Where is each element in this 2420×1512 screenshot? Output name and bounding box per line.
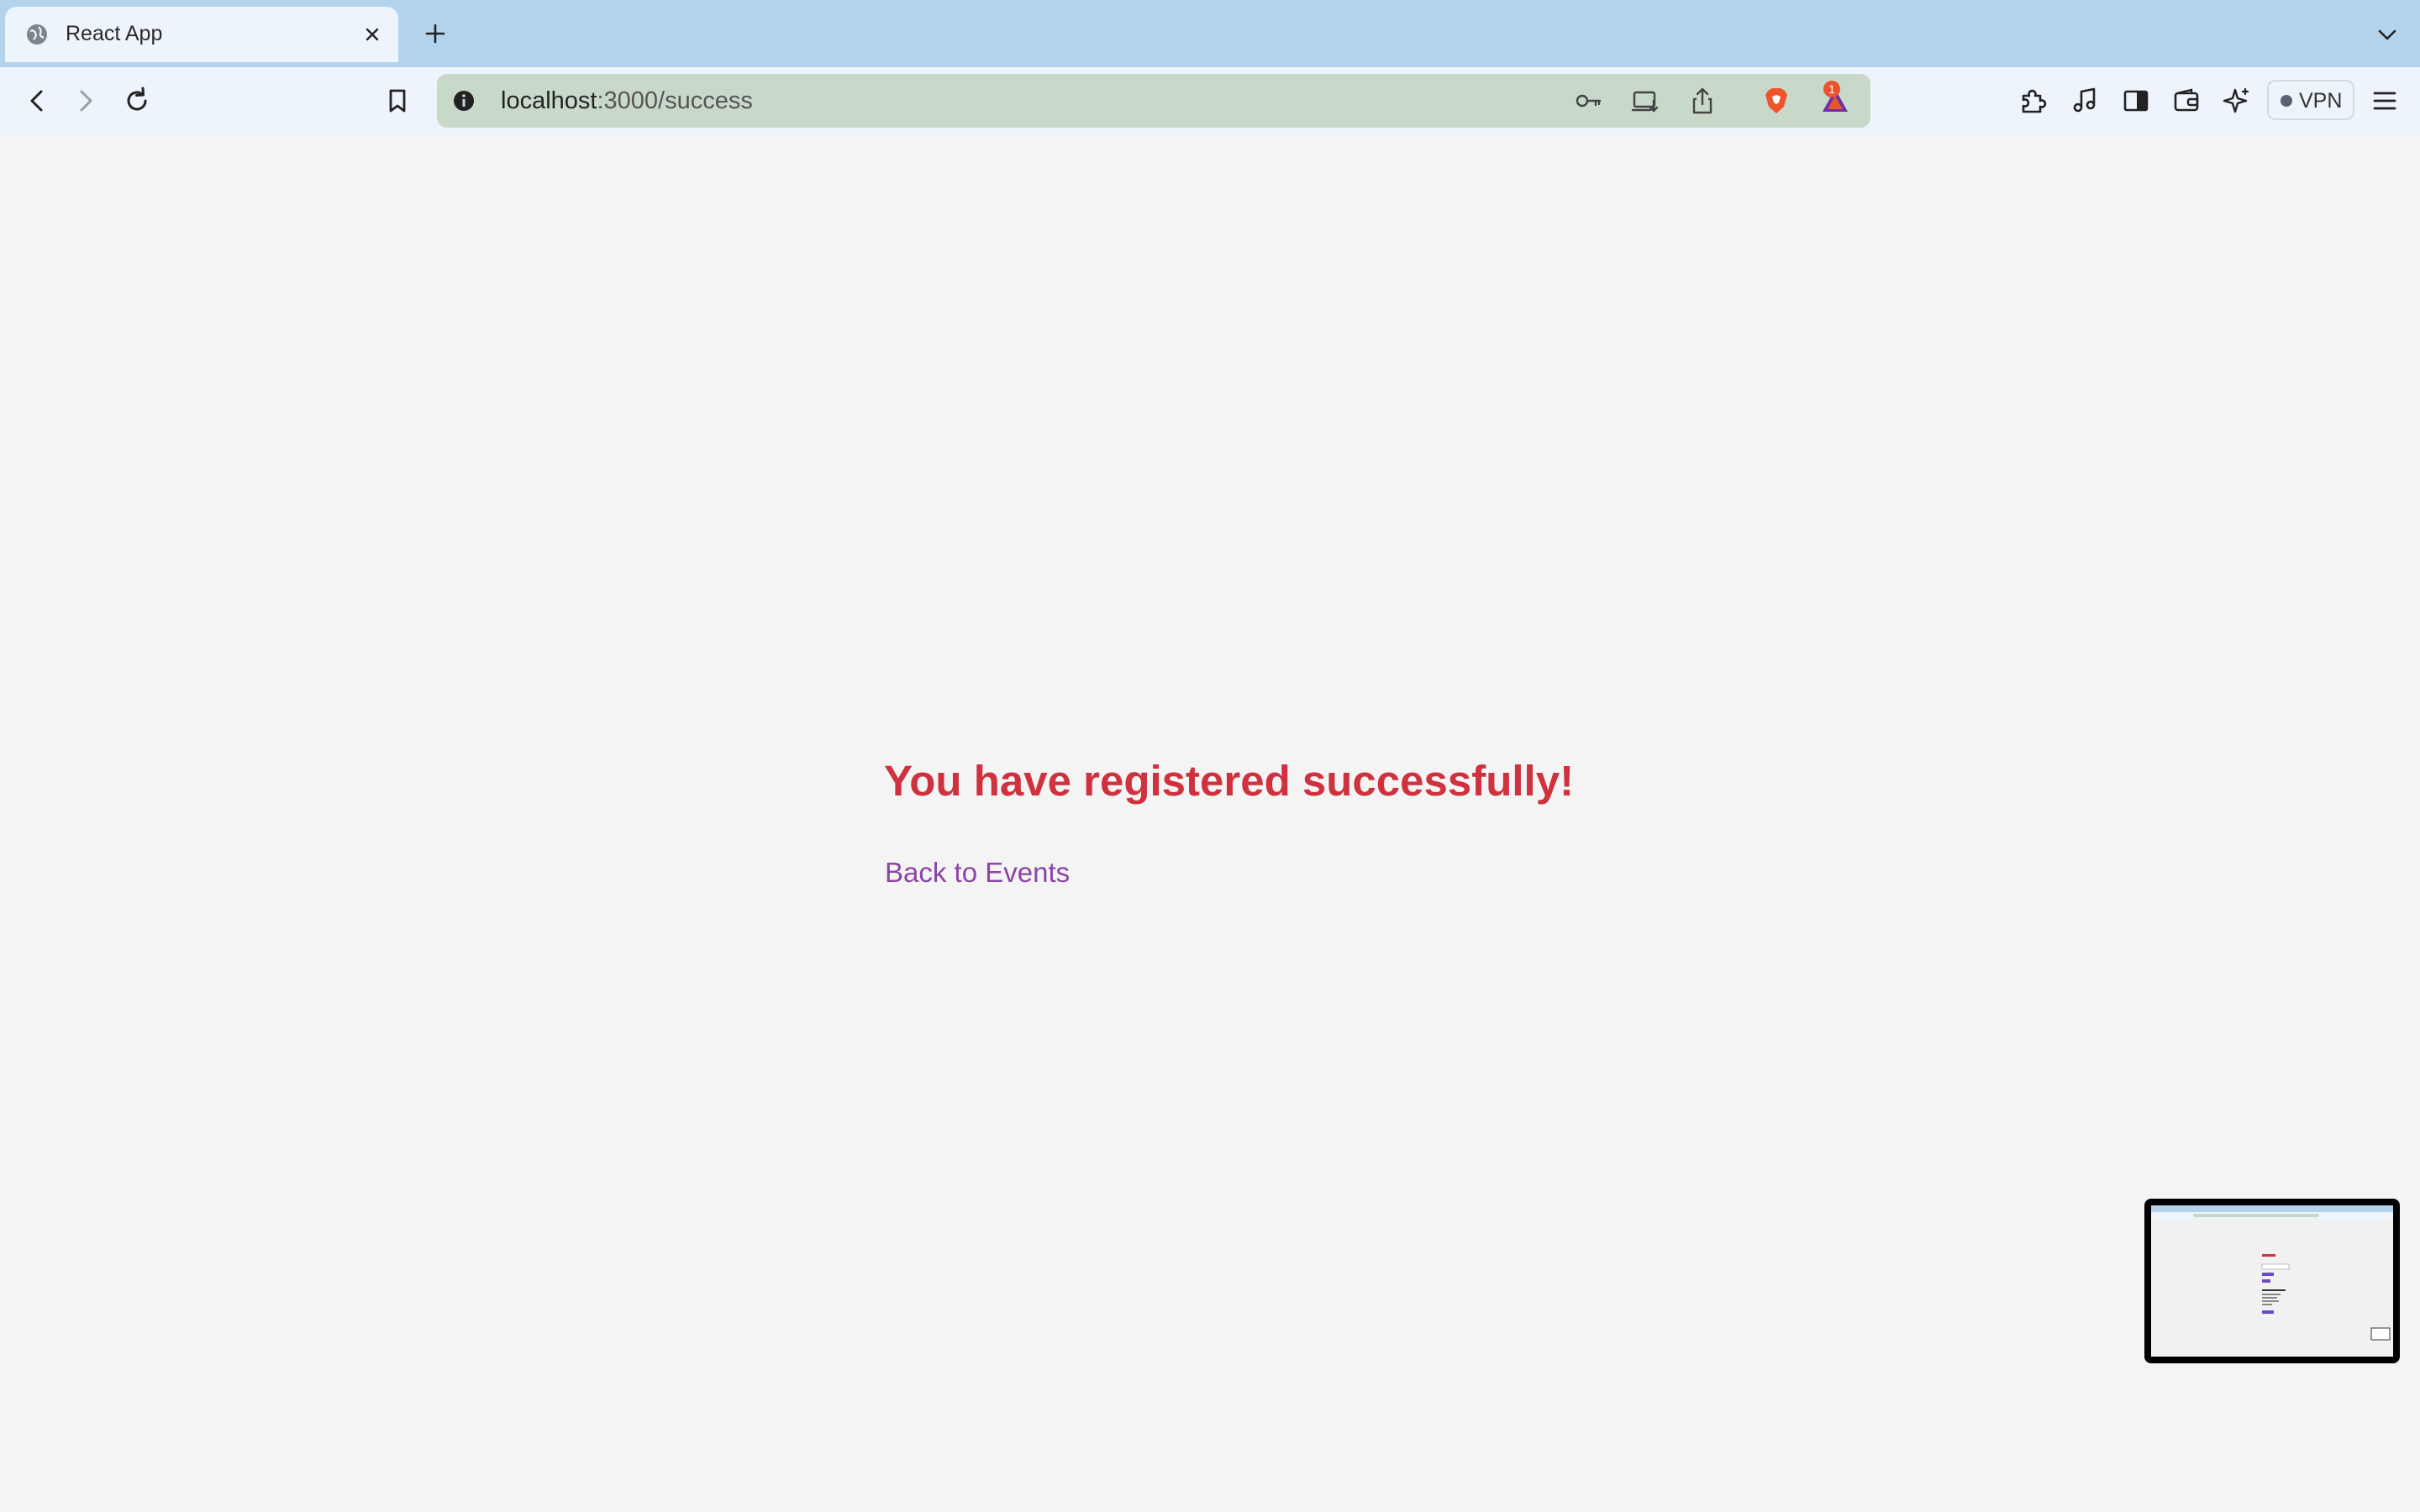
vpn-label: VPN	[2299, 89, 2343, 113]
tab-title: React App	[66, 22, 163, 45]
sidebar-toggle-icon[interactable]	[2119, 84, 2153, 118]
vpn-status-icon	[2281, 95, 2292, 107]
address-bar[interactable]: localhost:3000/success	[437, 74, 1870, 128]
tab-react-app[interactable]: React App	[5, 7, 398, 62]
bookmark-icon[interactable]	[381, 84, 414, 118]
window-preview-thumbnail[interactable]	[2144, 1199, 2400, 1363]
url-host: localhost	[501, 87, 597, 114]
forward-arrow-icon[interactable]	[69, 84, 103, 118]
menu-hamburger-icon[interactable]	[2368, 84, 2402, 118]
brave-shields-icon[interactable]	[1761, 86, 1791, 116]
url-path: :3000/success	[597, 87, 753, 114]
tab-list-chevron-icon[interactable]	[2375, 22, 2400, 47]
preview-screen	[2151, 1205, 2393, 1357]
globe-icon	[25, 23, 49, 46]
media-music-icon[interactable]	[2069, 84, 2102, 118]
reload-icon[interactable]	[120, 84, 154, 118]
extensions-puzzle-icon[interactable]	[2017, 84, 2050, 118]
install-app-icon[interactable]	[1630, 86, 1660, 116]
leo-ai-sparkle-icon[interactable]	[2220, 84, 2254, 118]
back-to-events-link[interactable]: Back to Events	[885, 857, 1070, 889]
success-heading: You have registered successfully!	[884, 757, 1575, 805]
rewards-notification-badge: 1	[1823, 81, 1840, 97]
wallet-icon[interactable]	[2170, 84, 2203, 118]
share-icon[interactable]	[1687, 86, 1718, 116]
password-key-icon[interactable]	[1573, 86, 1603, 116]
tab-strip: React App	[0, 0, 2420, 67]
back-arrow-icon[interactable]	[20, 84, 54, 118]
new-tab-icon[interactable]	[422, 20, 449, 47]
url-text[interactable]: localhost:3000/success	[501, 87, 753, 115]
vpn-button[interactable]: VPN	[2267, 80, 2354, 120]
site-info-icon[interactable]	[450, 87, 477, 114]
close-tab-icon[interactable]	[361, 24, 383, 45]
